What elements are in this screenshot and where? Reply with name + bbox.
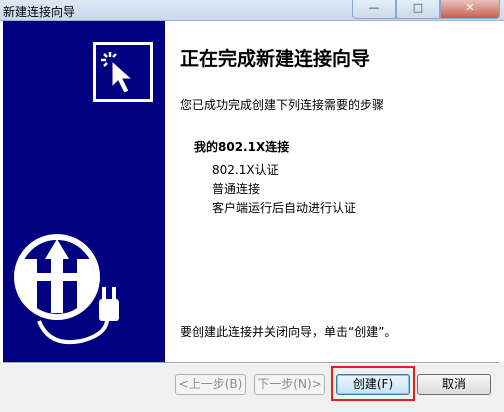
step-item: 客户端运行后自动进行认证 <box>212 201 357 215</box>
connection-name: 我的802.1X连接 <box>194 140 290 154</box>
maximize-button[interactable]: □ <box>396 0 440 19</box>
next-button[interactable]: 下一步(N)> <box>254 374 325 395</box>
highlight-box <box>331 366 415 401</box>
window-title: 新建连接向导 <box>3 5 76 19</box>
minimize-button[interactable]: — <box>352 0 396 19</box>
title-bar: 新建连接向导 — □ ✕ <box>0 0 504 21</box>
divider <box>3 362 499 364</box>
window-controls: — □ ✕ <box>352 0 502 20</box>
cancel-button[interactable]: 取消 <box>417 374 491 395</box>
maximize-icon: □ <box>412 1 424 14</box>
close-button[interactable]: ✕ <box>440 0 500 19</box>
step-item: 普通连接 <box>212 182 261 196</box>
wizard-banner <box>3 21 165 362</box>
close-icon: ✕ <box>465 1 475 14</box>
intro-text: 您已成功完成创建下列连接需要的步骤 <box>180 98 385 112</box>
cursor-click-icon <box>93 42 153 102</box>
back-button[interactable]: <上一步(B) <box>175 374 246 395</box>
step-item: 802.1X认证 <box>212 163 279 177</box>
minimize-icon: — <box>368 1 380 14</box>
page-title: 正在完成新建连接向导 <box>180 48 371 70</box>
globe-plug-icon <box>9 229 139 357</box>
finish-instruction: 要创建此连接并关闭向导，单击“创建”。 <box>180 325 397 339</box>
